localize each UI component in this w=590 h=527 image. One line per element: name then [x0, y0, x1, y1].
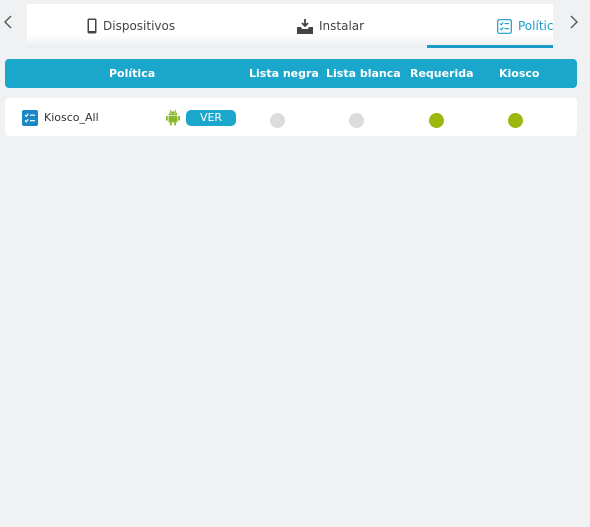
- table-row[interactable]: Kiosco_All VER: [5, 98, 577, 136]
- tab-policies[interactable]: Política: [497, 4, 553, 48]
- checklist-icon: [497, 18, 512, 34]
- table-header: Política Lista negra Lista blanca Requer…: [5, 59, 577, 88]
- view-button[interactable]: VER: [186, 110, 236, 126]
- column-header-whitelist[interactable]: Lista blanca: [326, 67, 401, 80]
- required-indicator[interactable]: [429, 113, 444, 128]
- checklist-icon: [22, 110, 38, 126]
- tab-strip: Dispositivos Instalar Política: [27, 4, 553, 48]
- blacklist-indicator[interactable]: [270, 113, 285, 128]
- column-header-kiosk[interactable]: Kiosco: [499, 67, 539, 80]
- tab-policies-label: Política: [518, 19, 553, 33]
- chevron-right-icon[interactable]: [567, 12, 581, 32]
- whitelist-indicator[interactable]: [349, 113, 364, 128]
- kiosk-indicator[interactable]: [508, 113, 523, 128]
- active-tab-indicator: [427, 45, 553, 48]
- tab-install[interactable]: Instalar: [297, 4, 364, 48]
- column-header-policy[interactable]: Política: [109, 67, 155, 80]
- chevron-left-icon[interactable]: [1, 12, 15, 32]
- tab-bar: Dispositivos Instalar Política: [0, 0, 590, 48]
- tab-devices[interactable]: Dispositivos: [87, 4, 175, 48]
- tab-devices-label: Dispositivos: [103, 19, 176, 33]
- column-header-required[interactable]: Requerida: [410, 67, 474, 80]
- android-icon: [166, 109, 180, 126]
- tab-install-label: Instalar: [319, 19, 365, 33]
- policy-name[interactable]: Kiosco_All: [44, 111, 99, 124]
- column-header-blacklist[interactable]: Lista negra: [249, 67, 319, 80]
- install-tray-icon: [297, 18, 313, 34]
- smartphone-icon: [87, 18, 97, 34]
